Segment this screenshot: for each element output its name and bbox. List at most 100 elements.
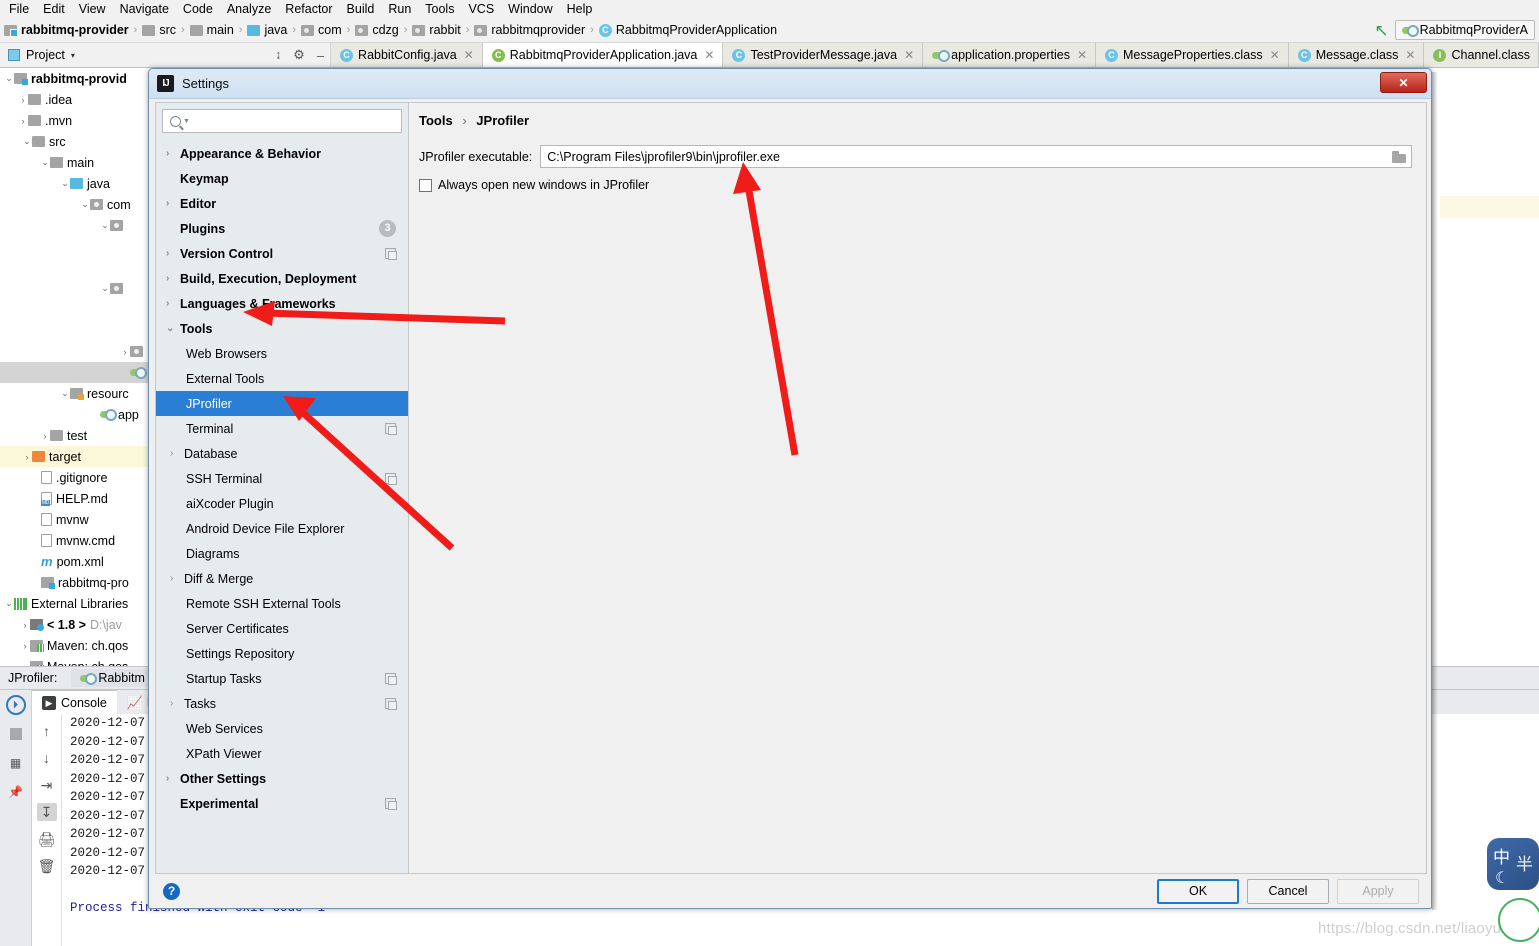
- breadcrumb-item-com[interactable]: com: [301, 23, 342, 37]
- tree-row-pom-xml[interactable]: m pom.xml: [0, 551, 150, 572]
- tree-row-external-libraries[interactable]: ⌄ External Libraries: [0, 593, 150, 614]
- settings-item-version-control[interactable]: › Version Control: [156, 241, 408, 266]
- apply-button[interactable]: Apply: [1337, 878, 1419, 904]
- settings-item-jprofiler[interactable]: JProfiler: [156, 391, 408, 416]
- ime-mode-halfwidth[interactable]: 半: [1516, 850, 1533, 875]
- chevron-down-icon[interactable]: ▼: [183, 118, 190, 125]
- chevron-right-icon[interactable]: ›: [166, 248, 180, 259]
- tree-row-gitignore[interactable]: .gitignore: [0, 467, 150, 488]
- settings-item-startup-tasks[interactable]: Startup Tasks: [156, 666, 408, 691]
- folder-browse-icon[interactable]: [1392, 150, 1407, 163]
- tree-row-mvnw[interactable]: mvnw: [0, 509, 150, 530]
- tree-row-target[interactable]: › target: [0, 446, 150, 467]
- menu-item-analyze[interactable]: Analyze: [220, 1, 278, 17]
- chevron-down-icon[interactable]: ⌄: [80, 199, 90, 210]
- close-icon[interactable]: ✕: [1405, 48, 1415, 62]
- settings-item-plugins[interactable]: Plugins 3: [156, 216, 408, 241]
- chevron-right-icon[interactable]: ›: [120, 347, 130, 357]
- chevron-right-icon[interactable]: ›: [166, 148, 180, 159]
- tree-row-test[interactable]: › test: [0, 425, 150, 446]
- breadcrumb-item-rabbit[interactable]: rabbit: [412, 23, 461, 37]
- chevron-right-icon[interactable]: ›: [20, 641, 30, 651]
- up-arrow-icon[interactable]: ↑: [37, 722, 57, 740]
- ime-widget[interactable]: 中 半 ☾: [1487, 838, 1539, 890]
- editor-tab-testprovidermessage[interactable]: C TestProviderMessage.java ✕: [723, 43, 924, 67]
- down-arrow-icon[interactable]: ↓: [37, 749, 57, 767]
- settings-item-appearance-behavior[interactable]: › Appearance & Behavior: [156, 141, 408, 166]
- settings-item-other-settings[interactable]: › Other Settings: [156, 766, 408, 791]
- chevron-down-icon[interactable]: ⌄: [100, 220, 110, 231]
- tree-row-main[interactable]: ⌄ main: [0, 152, 150, 173]
- tree-row-mvnw-cmd[interactable]: mvnw.cmd: [0, 530, 150, 551]
- chevron-right-icon[interactable]: ›: [166, 773, 180, 784]
- menu-item-file[interactable]: File: [2, 1, 36, 17]
- gear-icon[interactable]: ⚙: [293, 47, 305, 63]
- settings-item-remote-ssh-external-tools[interactable]: Remote SSH External Tools: [156, 591, 408, 616]
- tree-row-idea[interactable]: › .idea: [0, 89, 150, 110]
- chevron-right-icon[interactable]: ›: [166, 198, 180, 209]
- editor-tab-channel-class[interactable]: I Channel.class: [1424, 43, 1539, 67]
- menu-item-window[interactable]: Window: [501, 1, 559, 17]
- search-text-field[interactable]: [189, 113, 401, 129]
- run-tab-rabbitmq[interactable]: Rabbitm: [71, 669, 154, 687]
- menu-item-navigate[interactable]: Navigate: [113, 1, 176, 17]
- breadcrumb-item-class[interactable]: C RabbitmqProviderApplication: [598, 23, 777, 37]
- jprofiler-executable-field[interactable]: C:\Program Files\jprofiler9\bin\jprofile…: [540, 145, 1412, 168]
- project-tool-window-header[interactable]: Project ▾ ↨ ⚙ –: [0, 43, 332, 67]
- tree-row-src[interactable]: ⌄ src: [0, 131, 150, 152]
- scroll-to-end-icon[interactable]: ↧: [36, 803, 57, 821]
- editor-tab-messageproperties-class[interactable]: C MessageProperties.class ✕: [1096, 43, 1289, 67]
- chevron-down-icon[interactable]: ⌄: [60, 388, 70, 399]
- chevron-right-icon[interactable]: ›: [18, 116, 28, 126]
- chevron-right-icon[interactable]: ›: [166, 298, 180, 309]
- settings-item-web-services[interactable]: Web Services: [156, 716, 408, 741]
- breadcrumb-item-cdzg[interactable]: cdzg: [355, 23, 399, 37]
- rerun-icon[interactable]: ⏵: [5, 695, 26, 715]
- tree-row-package-1[interactable]: ⌄: [0, 215, 150, 236]
- menu-item-tools[interactable]: Tools: [418, 1, 461, 17]
- always-open-new-windows-checkbox[interactable]: [419, 178, 432, 192]
- soft-wrap-icon[interactable]: ⇥: [37, 776, 57, 794]
- cancel-button[interactable]: Cancel: [1247, 878, 1329, 904]
- help-icon[interactable]: ?: [163, 882, 180, 900]
- chevron-right-icon[interactable]: ›: [170, 573, 184, 584]
- editor-tab-rabbitmqproviderapplication[interactable]: C RabbitmqProviderApplication.java ✕: [482, 43, 724, 67]
- search-input[interactable]: ▼: [162, 109, 402, 133]
- chevron-right-icon[interactable]: ›: [18, 95, 28, 105]
- settings-item-diff-merge[interactable]: › Diff & Merge: [156, 566, 408, 591]
- breadcrumb-item-main[interactable]: main: [189, 23, 234, 37]
- close-icon[interactable]: ✕: [464, 48, 474, 62]
- tree-row-maven-lib-2[interactable]: › Maven: ch.qos: [0, 656, 150, 666]
- breadcrumb-item-rabbitmqprovider[interactable]: rabbitmqprovider: [474, 23, 585, 37]
- menu-item-code[interactable]: Code: [176, 1, 220, 17]
- settings-item-database[interactable]: › Database: [156, 441, 408, 466]
- menu-item-build[interactable]: Build: [340, 1, 382, 17]
- run-configuration-selector[interactable]: RabbitmqProviderA: [1394, 20, 1535, 40]
- tree-row-selected-class[interactable]: [0, 362, 150, 383]
- ime-circle-button[interactable]: [1498, 898, 1539, 942]
- tree-row-package-2[interactable]: ⌄: [0, 278, 150, 299]
- tree-row-iml[interactable]: rabbitmq-pro: [0, 572, 150, 593]
- tab-console[interactable]: ▶ Console: [32, 690, 117, 714]
- settings-item-tools[interactable]: ⌄ Tools: [156, 316, 408, 341]
- settings-item-aixcoder-plugin[interactable]: aiXcoder Plugin: [156, 491, 408, 516]
- settings-item-tasks[interactable]: › Tasks: [156, 691, 408, 716]
- settings-item-external-tools[interactable]: External Tools: [156, 366, 408, 391]
- menu-item-help[interactable]: Help: [560, 1, 600, 17]
- close-icon[interactable]: ✕: [704, 48, 714, 62]
- always-open-new-windows-row[interactable]: Always open new windows in JProfiler: [419, 178, 1412, 192]
- chevron-down-icon[interactable]: ▾: [71, 51, 75, 60]
- chevron-down-icon[interactable]: ⌄: [22, 136, 32, 147]
- settings-item-xpath-viewer[interactable]: XPath Viewer: [156, 741, 408, 766]
- tree-row-java[interactable]: ⌄ java: [0, 173, 150, 194]
- hide-icon[interactable]: –: [317, 48, 324, 63]
- collapse-all-icon[interactable]: ↨: [276, 49, 282, 61]
- settings-item-web-browsers[interactable]: Web Browsers: [156, 341, 408, 366]
- close-icon[interactable]: ✕: [1380, 72, 1427, 93]
- settings-item-languages-frameworks[interactable]: › Languages & Frameworks: [156, 291, 408, 316]
- layout-icon[interactable]: ▦: [6, 753, 26, 773]
- settings-item-server-certificates[interactable]: Server Certificates: [156, 616, 408, 641]
- menu-item-run[interactable]: Run: [381, 1, 418, 17]
- chevron-down-icon[interactable]: ⌄: [100, 283, 110, 294]
- chevron-down-icon[interactable]: ⌄: [40, 157, 50, 168]
